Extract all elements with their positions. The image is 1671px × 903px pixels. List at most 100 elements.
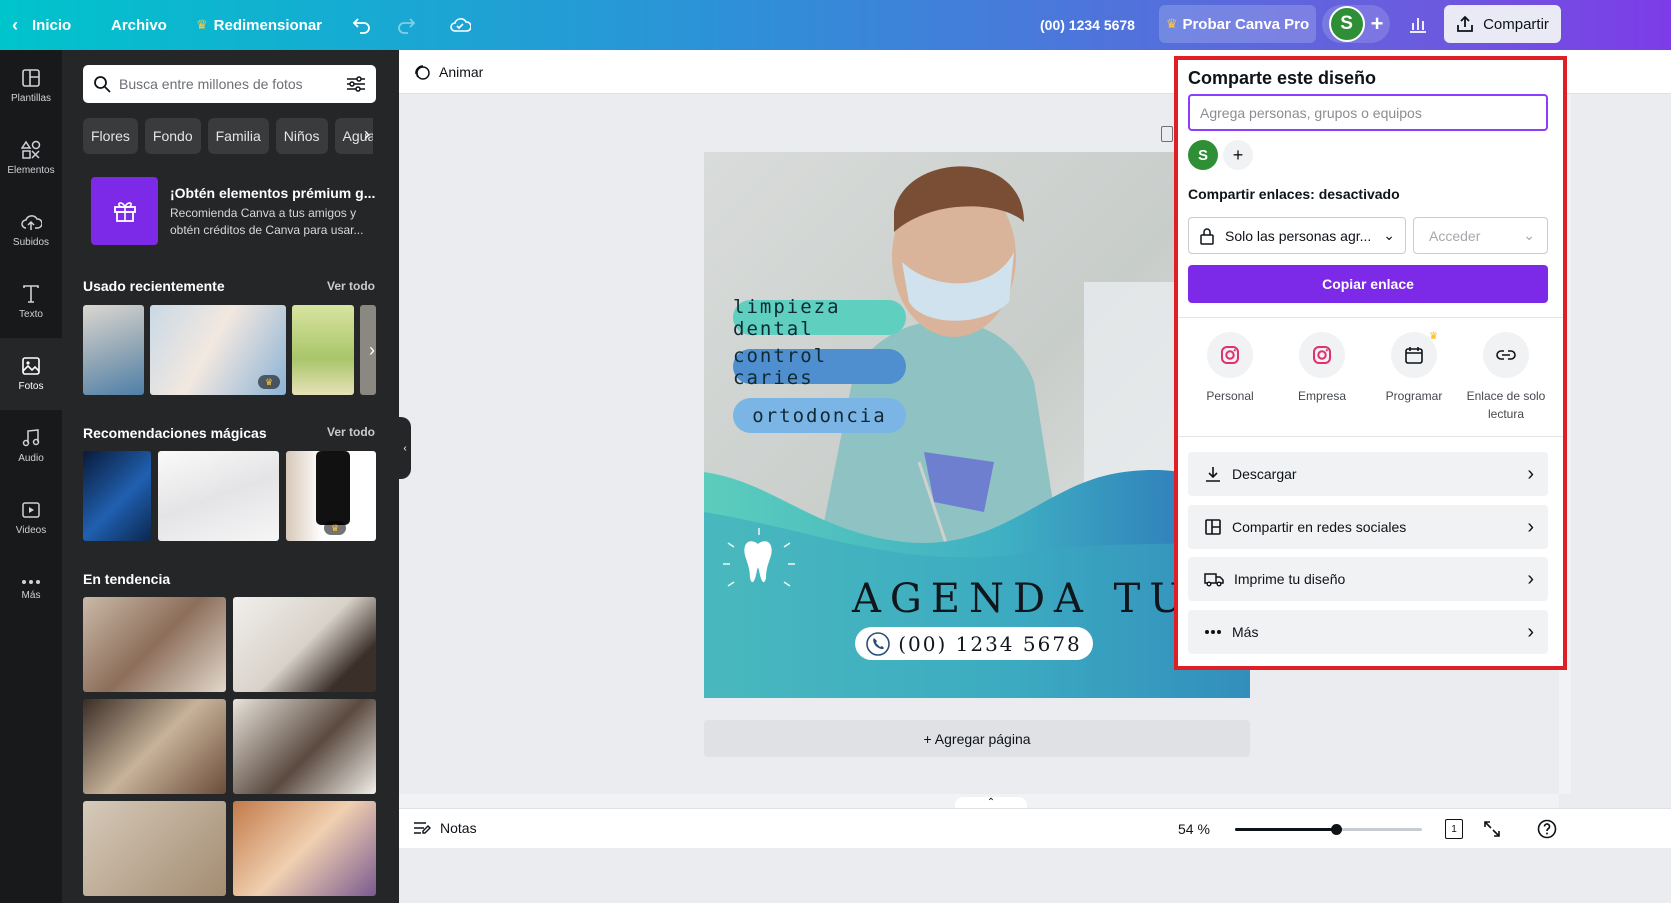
rail-item-more[interactable]: Más (0, 554, 62, 626)
add-people-input[interactable]: Agrega personas, grupos o equipos (1188, 94, 1548, 131)
phone-pill[interactable]: (00) 1234 5678 (855, 627, 1093, 660)
file-menu-button[interactable]: Archivo (111, 0, 167, 50)
chevron-right-icon[interactable]: › (361, 328, 383, 372)
bottom-bar: Notas 54 % 1 (399, 808, 1671, 848)
rail-item-audio[interactable]: Audio (0, 410, 62, 482)
try-pro-label: Probar Canva Pro (1182, 15, 1310, 33)
search-input[interactable]: Busca entre millones de fotos (119, 76, 338, 92)
collaborator-avatar[interactable]: S (1188, 140, 1218, 170)
trending-photo-thumbnail[interactable] (83, 597, 226, 692)
chevron-right-icon[interactable]: › (364, 124, 370, 145)
promo-card[interactable]: ¡Obtén elementos prémium g... Recomienda… (91, 177, 375, 245)
collapse-panel-handle[interactable]: ‹ (399, 417, 411, 479)
notes-icon (414, 822, 431, 834)
search-bar[interactable]: Busca entre millones de fotos (83, 65, 376, 103)
file-label: Archivo (111, 16, 167, 34)
add-page-button[interactable]: + Agregar página (704, 720, 1250, 757)
social-layout-icon (1205, 519, 1221, 535)
crown-icon: ♛ (1165, 16, 1178, 31)
redo-button[interactable] (396, 0, 416, 50)
insights-button[interactable] (1398, 5, 1438, 43)
access-select[interactable]: Solo las personas agr... ⌄ (1188, 217, 1406, 254)
chip-ninos[interactable]: Niños (275, 118, 328, 154)
rail-item-videos[interactable]: Videos (0, 482, 62, 554)
chevron-right-icon: › (1527, 567, 1534, 590)
recent-photo-thumbnail[interactable] (83, 305, 144, 395)
share-instagram-personal[interactable]: Personal (1184, 332, 1276, 405)
rail-item-elements[interactable]: Elementos (0, 122, 62, 194)
video-icon (22, 502, 40, 518)
chip-fondo[interactable]: Fondo (144, 118, 201, 154)
permission-select-value: Acceder (1429, 227, 1481, 244)
recent-photo-thumbnail[interactable]: ♛ (150, 305, 286, 395)
chip-flores[interactable]: Flores (83, 118, 138, 154)
service-pill-3[interactable]: ortodoncia (733, 398, 906, 433)
chevron-down-icon: ⌄ (1523, 227, 1535, 243)
trending-photo-thumbnail[interactable] (233, 699, 376, 794)
zoom-slider-track[interactable] (1235, 824, 1422, 835)
magic-photo-thumbnail[interactable] (83, 451, 151, 541)
notes-button[interactable]: Notas (413, 820, 477, 836)
cloud-save-button[interactable] (449, 0, 471, 50)
promo-description: Recomienda Canva a tus amigos y obtén cr… (170, 206, 364, 237)
more-row[interactable]: Más › (1188, 610, 1548, 654)
animate-icon (415, 65, 430, 80)
phone-text: (00) 1234 5678 (898, 631, 1082, 656)
page-count-button[interactable]: 1 (1445, 819, 1463, 839)
print-row[interactable]: Imprime tu diseño › (1188, 557, 1548, 601)
copy-link-button[interactable]: Copiar enlace (1188, 265, 1548, 303)
recent-photo-thumbnail[interactable] (292, 305, 354, 395)
chevron-right-icon[interactable]: › (361, 474, 383, 518)
chevron-left-icon: ‹ (12, 14, 18, 35)
filter-sliders-icon[interactable] (346, 75, 366, 93)
rail-item-uploads[interactable]: Subidos (0, 194, 62, 266)
try-pro-button[interactable]: ♛ Probar Canva Pro (1159, 5, 1316, 43)
help-icon[interactable] (1537, 819, 1557, 839)
share-schedule[interactable]: ♛ Programar (1368, 331, 1460, 405)
rail-label: Fotos (18, 381, 44, 392)
rail-item-photos[interactable]: Fotos (0, 338, 62, 410)
rail-label: Subidos (12, 237, 50, 248)
download-icon (1206, 467, 1220, 482)
magic-see-all-link[interactable]: Ver todo (327, 425, 375, 439)
access-select-value: Solo las personas agr... (1225, 227, 1372, 244)
lock-icon[interactable] (1161, 126, 1173, 142)
design-page[interactable]: limpieza dental control caries ortodonci… (704, 152, 1250, 698)
add-collaborator-button[interactable]: + (1223, 140, 1253, 170)
trending-photo-thumbnail[interactable] (233, 801, 376, 896)
service-pill-1[interactable]: limpieza dental (733, 296, 906, 340)
phone-icon (866, 631, 891, 656)
download-row[interactable]: Descargar › (1188, 452, 1548, 496)
rail-item-templates[interactable]: Plantillas (0, 50, 62, 122)
home-label: Inicio (32, 16, 72, 34)
trending-photo-thumbnail[interactable] (83, 801, 226, 896)
zoom-slider-thumb[interactable] (1331, 824, 1342, 835)
undo-button[interactable] (352, 0, 372, 50)
avatar[interactable]: S (1328, 6, 1365, 42)
home-button[interactable]: ‹ Inicio (12, 0, 71, 50)
animate-button[interactable]: Animar (413, 60, 483, 84)
recent-see-all-link[interactable]: Ver todo (327, 279, 375, 293)
share-view-only-link[interactable]: Enlace de solo lectura (1460, 332, 1552, 423)
resize-button[interactable]: ♛ Redimensionar (196, 0, 322, 50)
rail-label: Elementos (7, 165, 55, 176)
phone-mockup (316, 451, 350, 525)
fullscreen-icon[interactable] (1483, 820, 1501, 838)
service-pill-2[interactable]: control caries (733, 345, 906, 389)
search-icon (94, 76, 111, 93)
trending-photo-thumbnail[interactable] (83, 699, 226, 794)
magic-title: Recomendaciones mágicas (83, 425, 267, 441)
rail-item-text[interactable]: Texto (0, 266, 62, 338)
chip-familia[interactable]: Familia (207, 118, 269, 154)
plus-icon[interactable]: + (1371, 11, 1384, 37)
row-label: Imprime tu diseño (1234, 571, 1346, 587)
option-label: Personal (1206, 389, 1254, 403)
zoom-level[interactable]: 54 % (1178, 821, 1210, 837)
trending-photo-thumbnail[interactable] (233, 597, 376, 692)
design-name[interactable]: (00) 1234 5678 (1040, 0, 1135, 50)
share-instagram-business[interactable]: Empresa (1276, 332, 1368, 405)
magic-photo-thumbnail[interactable] (158, 451, 279, 541)
share-button[interactable]: Compartir (1444, 5, 1561, 43)
permission-select[interactable]: Acceder ⌄ (1413, 217, 1548, 254)
share-social-row[interactable]: Compartir en redes sociales › (1188, 505, 1548, 549)
